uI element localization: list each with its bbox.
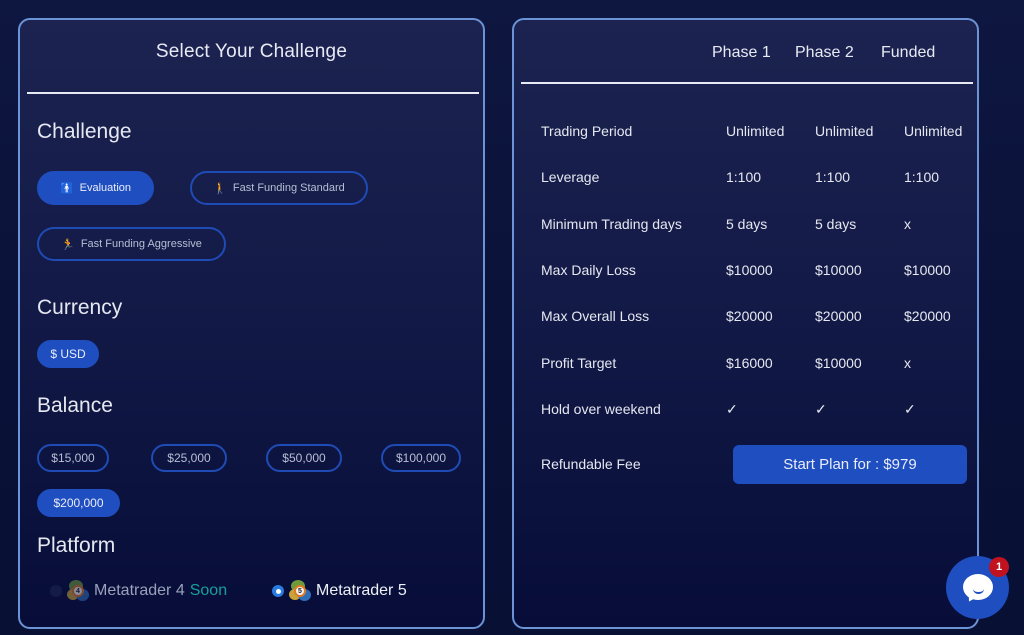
balance-option-200000[interactable]: $200,000 xyxy=(37,489,120,517)
table-cell: Unlimited xyxy=(904,123,963,139)
row-label: Minimum Trading days xyxy=(541,216,682,232)
start-plan-button[interactable]: Start Plan for : $979 xyxy=(733,445,967,484)
column-header-phase-2: Phase 2 xyxy=(795,44,854,61)
currency-option-usd[interactable]: $ USD xyxy=(37,340,99,368)
table-cell: x xyxy=(904,216,911,232)
metatrader-5-logo-icon: 5 xyxy=(289,580,311,602)
challenge-option-label: Evaluation xyxy=(79,182,132,194)
row-label: Trading Period xyxy=(541,123,633,139)
checkmark-icon: ✓ xyxy=(726,401,738,417)
balance-option-label: $15,000 xyxy=(51,451,95,465)
challenge-option-label: Fast Funding Aggressive xyxy=(80,238,202,250)
table-cell: 5 days xyxy=(726,216,768,232)
table-cell: $20000 xyxy=(726,308,773,324)
unread-count-badge: 1 xyxy=(989,557,1009,577)
row-label: Hold over weekend xyxy=(541,401,661,417)
soon-badge: Soon xyxy=(189,582,228,599)
challenge-option-fast-funding-aggressive[interactable]: 🏃 Fast Funding Aggressive xyxy=(37,227,226,261)
balance-option-25000[interactable]: $25,000 xyxy=(151,444,227,472)
person-standing-icon: 🚹 xyxy=(59,182,74,195)
row-label: Profit Target xyxy=(541,355,617,371)
table-cell: $10000 xyxy=(726,262,773,278)
currency-option-label: $ USD xyxy=(50,347,86,361)
platform-heading: Platform xyxy=(37,534,116,557)
row-label: Leverage xyxy=(541,169,600,185)
metatrader-4-logo-icon: 4 xyxy=(67,580,89,602)
table-cell: $10000 xyxy=(815,355,862,371)
challenge-option-evaluation[interactable]: 🚹 Evaluation xyxy=(37,171,154,205)
person-walking-icon: 🚶 xyxy=(213,182,227,195)
column-header-funded: Funded xyxy=(881,44,936,61)
refundable-fee-label: Refundable Fee xyxy=(541,456,641,472)
balance-option-50000[interactable]: $50,000 xyxy=(266,444,342,472)
challenge-option-fast-funding-standard[interactable]: 🚶 Fast Funding Standard xyxy=(190,171,368,205)
person-running-icon: 🏃 xyxy=(61,238,75,251)
chat-bubble-icon xyxy=(962,573,993,604)
panel-title: Select Your Challenge xyxy=(155,41,348,62)
column-header-phase-1: Phase 1 xyxy=(712,44,771,61)
table-cell: 1:100 xyxy=(904,169,940,185)
table-cell: 1:100 xyxy=(726,169,762,185)
radio-button-checked[interactable] xyxy=(272,585,284,597)
table-cell: $10000 xyxy=(904,262,951,278)
row-label: Max Daily Loss xyxy=(541,262,636,278)
title-divider xyxy=(27,92,479,94)
challenge-option-label: Fast Funding Standard xyxy=(232,182,345,194)
table-cell: Unlimited xyxy=(815,123,874,139)
balance-option-label: $200,000 xyxy=(53,496,104,510)
plan-details-panel: Phase 1 Phase 2 Funded Trading Period Unl… xyxy=(512,18,979,629)
challenge-heading: Challenge xyxy=(37,120,132,143)
challenge-selector-panel: Select Your Challenge Challenge 🚹 Evalua… xyxy=(18,18,485,629)
balance-option-100000[interactable]: $100,000 xyxy=(381,444,461,472)
table-cell: 5 days xyxy=(815,216,857,232)
table-cell: $16000 xyxy=(726,355,773,371)
table-cell: 1:100 xyxy=(815,169,851,185)
table-cell: $20000 xyxy=(815,308,862,324)
platform-option-metatrader-5[interactable]: 5 Metatrader 5 xyxy=(272,580,407,602)
balance-option-15000[interactable]: $15,000 xyxy=(37,444,109,472)
table-cell: x xyxy=(904,355,911,371)
balance-heading: Balance xyxy=(37,394,113,417)
row-label: Max Overall Loss xyxy=(541,308,650,324)
platform-option-label: Metatrader 5 xyxy=(316,582,407,599)
platform-option-label: Metatrader 4 xyxy=(94,582,185,599)
radio-button-unchecked[interactable] xyxy=(50,585,62,597)
platform-option-metatrader-4[interactable]: 4 Metatrader 4 Soon xyxy=(50,580,227,602)
balance-option-label: $50,000 xyxy=(282,451,326,465)
currency-heading: Currency xyxy=(37,296,123,319)
table-cell: $10000 xyxy=(815,262,862,278)
balance-option-label: $25,000 xyxy=(167,451,211,465)
header-divider xyxy=(521,82,973,84)
checkmark-icon: ✓ xyxy=(815,401,827,417)
table-cell: $20000 xyxy=(904,308,951,324)
table-cell: Unlimited xyxy=(726,123,785,139)
checkmark-icon: ✓ xyxy=(904,401,916,417)
balance-option-label: $100,000 xyxy=(395,451,447,465)
